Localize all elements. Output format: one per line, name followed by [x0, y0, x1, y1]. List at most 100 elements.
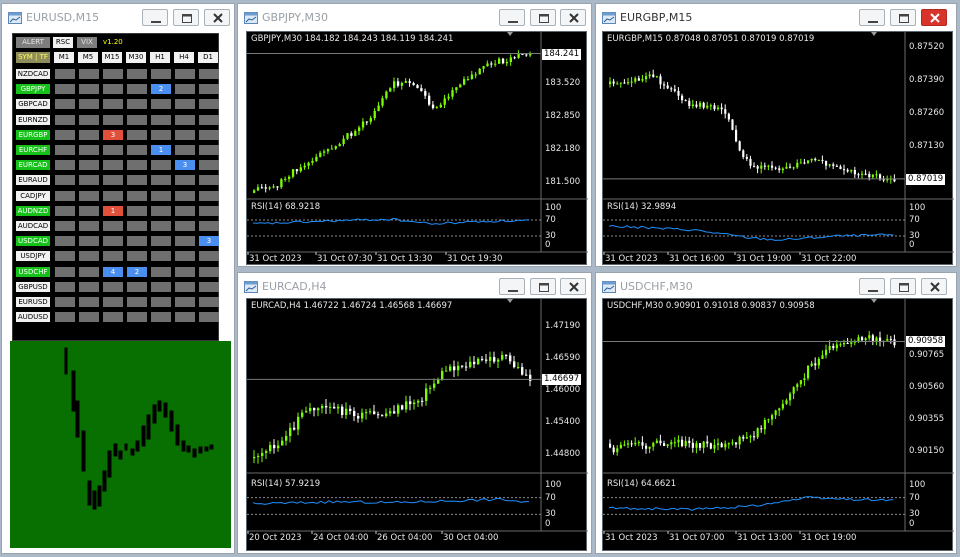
signal-cell[interactable]	[199, 175, 219, 186]
signal-cell[interactable]	[175, 129, 195, 140]
titlebar-gbpjpy[interactable]: GBPJPY,M30	[238, 4, 591, 32]
close-button[interactable]	[560, 278, 586, 295]
signal-cell[interactable]	[103, 236, 123, 247]
signal-cell[interactable]	[175, 221, 195, 231]
signal-cell[interactable]	[79, 297, 99, 307]
signal-cell[interactable]	[199, 99, 219, 110]
signal-cell[interactable]	[79, 129, 99, 140]
minimize-button[interactable]	[859, 278, 885, 295]
pair-button[interactable]: AUDCAD	[16, 221, 50, 231]
signal-cell[interactable]	[127, 114, 147, 125]
signal-cell[interactable]	[151, 99, 171, 110]
chart-eurgbp[interactable]: EURGBP,M15 0.87048 0.87051 0.87019 0.870…	[602, 31, 954, 265]
signal-cell[interactable]	[103, 145, 123, 155]
signal-cell[interactable]	[55, 251, 75, 262]
signal-cell[interactable]	[79, 99, 99, 110]
signal-cell[interactable]	[79, 145, 99, 155]
maximize-button[interactable]	[530, 9, 556, 26]
signal-cell[interactable]	[55, 312, 75, 323]
rsc-button[interactable]: RSC	[53, 37, 73, 48]
signal-cell[interactable]	[103, 114, 123, 125]
alert-button[interactable]: ALERT	[16, 37, 50, 48]
minimize-button[interactable]	[142, 9, 168, 26]
signal-cell[interactable]	[151, 221, 171, 231]
signal-cell[interactable]	[103, 99, 123, 110]
signal-cell[interactable]	[151, 312, 171, 323]
signal-cell[interactable]	[127, 145, 147, 155]
timeframe-header[interactable]: M1	[54, 52, 74, 63]
signal-cell[interactable]	[127, 205, 147, 216]
signal-cell[interactable]	[127, 84, 147, 95]
timeframe-header[interactable]: M15	[102, 52, 122, 63]
signal-cell[interactable]	[151, 114, 171, 125]
signal-cell[interactable]	[79, 69, 99, 79]
pair-button[interactable]: GBPUSD	[16, 281, 50, 292]
signal-cell[interactable]	[79, 312, 99, 323]
pair-button[interactable]: EURCHF	[16, 145, 50, 155]
signal-cell[interactable]	[127, 281, 147, 292]
signal-cell[interactable]	[79, 190, 99, 201]
signal-cell[interactable]: 3	[199, 236, 219, 247]
signal-cell[interactable]	[175, 297, 195, 307]
signal-cell[interactable]	[103, 251, 123, 262]
pair-button[interactable]: AUDNZD	[16, 205, 50, 216]
maximize-button[interactable]	[890, 9, 916, 26]
signal-cell[interactable]	[175, 84, 195, 95]
signal-cell[interactable]	[55, 266, 75, 277]
signal-cell[interactable]	[175, 114, 195, 125]
signal-cell[interactable]	[103, 69, 123, 79]
pair-button[interactable]: EURGBP	[16, 129, 50, 140]
signal-cell[interactable]	[175, 251, 195, 262]
signal-cell[interactable]	[151, 190, 171, 201]
signal-cell[interactable]	[199, 160, 219, 171]
signal-cell[interactable]	[79, 221, 99, 231]
timeframe-header[interactable]: H1	[150, 52, 170, 63]
pair-button[interactable]: USDJPY	[16, 251, 50, 262]
pair-button[interactable]: GBPCAD	[16, 99, 50, 110]
signal-cell[interactable]	[175, 175, 195, 186]
signal-cell[interactable]: 4	[103, 266, 123, 277]
pair-button[interactable]: USDCHF	[16, 266, 50, 277]
pair-button[interactable]: USDCAD	[16, 236, 50, 247]
pair-button[interactable]: AUDUSD	[16, 312, 50, 323]
window-eurgbp[interactable]: EURGBP,M15 EURGBP,M15 0.87048 0.87051 0.…	[595, 3, 957, 267]
timeframe-header[interactable]: H4	[174, 52, 194, 63]
signal-cell[interactable]	[103, 175, 123, 186]
signal-cell[interactable]	[175, 190, 195, 201]
signal-cell[interactable]	[79, 205, 99, 216]
minimize-button[interactable]	[499, 278, 525, 295]
signal-cell[interactable]	[151, 175, 171, 186]
pair-button[interactable]: EURAUD	[16, 175, 50, 186]
signal-cell[interactable]	[79, 84, 99, 95]
signal-cell[interactable]	[199, 114, 219, 125]
signal-cell[interactable]	[175, 99, 195, 110]
signal-cell[interactable]	[127, 69, 147, 79]
window-usdchf[interactable]: USDCHF,M30 USDCHF,M30 0.90901 0.91018 0.…	[595, 272, 957, 554]
signal-cell[interactable]	[79, 114, 99, 125]
signal-cell[interactable]	[151, 205, 171, 216]
signal-cell[interactable]	[55, 69, 75, 79]
titlebar-eurcad[interactable]: EURCAD,H4	[238, 273, 591, 301]
close-button[interactable]	[204, 9, 230, 26]
signal-cell[interactable]: 3	[103, 129, 123, 140]
signal-cell[interactable]	[175, 281, 195, 292]
window-eurcad[interactable]: EURCAD,H4 EURCAD,H4 1.46722 1.46724 1.46…	[237, 272, 592, 554]
timeframe-header[interactable]: M30	[126, 52, 146, 63]
signal-cell[interactable]	[199, 281, 219, 292]
timeframe-header[interactable]: D1	[198, 52, 218, 63]
signal-cell[interactable]	[55, 281, 75, 292]
signal-cell[interactable]	[103, 221, 123, 231]
signal-cell[interactable]	[199, 251, 219, 262]
signal-cell[interactable]	[199, 145, 219, 155]
signal-cell[interactable]	[199, 129, 219, 140]
pair-button[interactable]: EURCAD	[16, 160, 50, 171]
signal-cell[interactable]	[55, 160, 75, 171]
minimize-button[interactable]	[499, 9, 525, 26]
signal-cell[interactable]	[175, 312, 195, 323]
pair-button[interactable]: EURUSD	[16, 297, 50, 307]
signal-cell[interactable]	[151, 281, 171, 292]
maximize-button[interactable]	[890, 278, 916, 295]
signal-cell[interactable]	[151, 266, 171, 277]
signal-cell[interactable]	[151, 297, 171, 307]
vix-button[interactable]: VIX	[77, 37, 97, 48]
